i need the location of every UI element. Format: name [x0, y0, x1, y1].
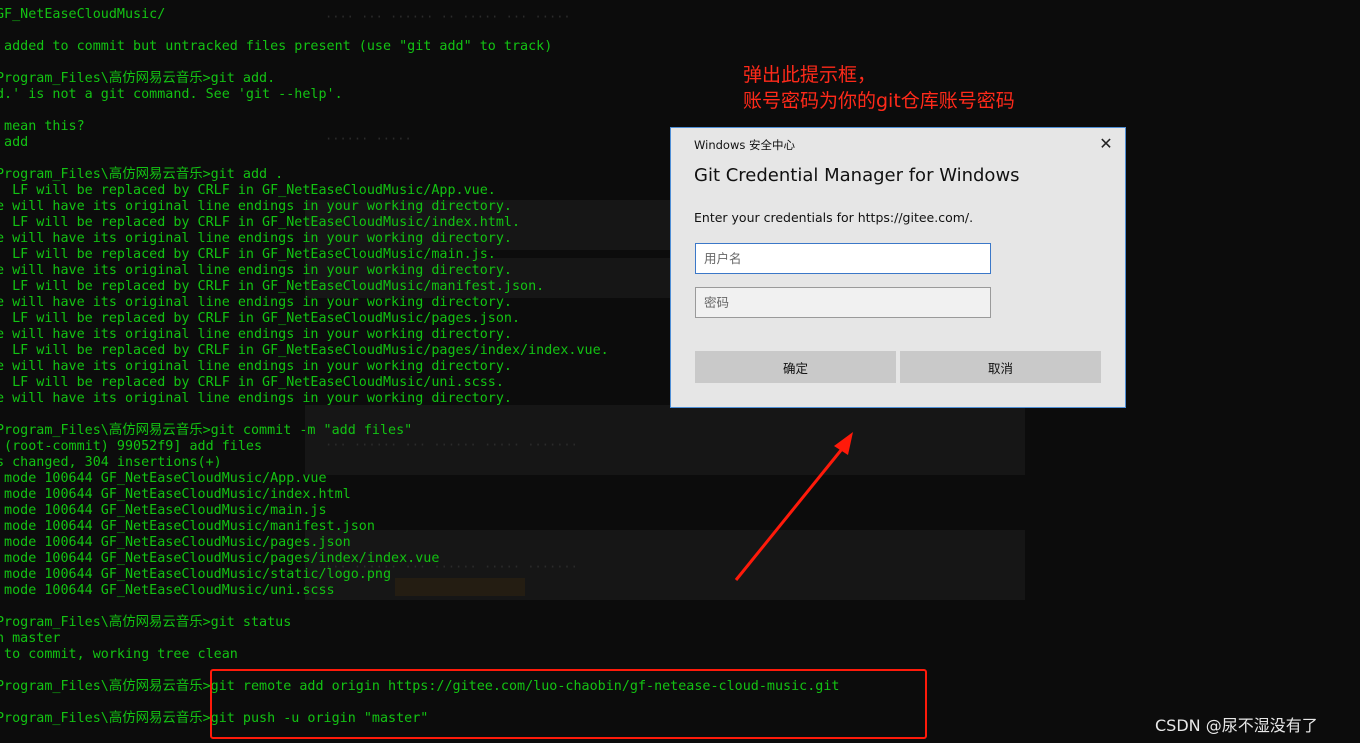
terminal-line: LF will be replaced by CRLF in GF_NetEas… [0, 247, 496, 262]
terminal-line: LF will be replaced by CRLF in GF_NetEas… [0, 343, 609, 358]
terminal-line: LF will be replaced by CRLF in GF_NetEas… [0, 279, 545, 294]
highlight-box [210, 669, 927, 739]
annotation-line-1: 弹出此提示框， [743, 64, 877, 86]
terminal-line: mode 100644 GF_NetEaseCloudMusic/pages/i… [0, 551, 440, 566]
annotation-text: 弹出此提示框， 账号密码为你的git仓库账号密码 [743, 62, 1015, 114]
password-input[interactable] [695, 287, 991, 318]
terminal-line: Program_Files\高仿网易云音乐>git status [0, 615, 292, 630]
terminal-line: Program_Files\高仿网易云音乐>git add . [0, 167, 284, 182]
terminal-line: d.' is not a git command. See 'git --hel… [0, 87, 343, 102]
terminal-line: h master [0, 631, 61, 646]
terminal-line: to commit, working tree clean [0, 647, 238, 662]
terminal-line: e will have its original line endings in… [0, 391, 512, 406]
terminal-line: e will have its original line endings in… [0, 263, 512, 278]
terminal-line: mode 100644 GF_NetEaseCloudMusic/pages.j… [0, 535, 351, 550]
terminal-line: LF will be replaced by CRLF in GF_NetEas… [0, 311, 521, 326]
credential-dialog: Windows 安全中心 ✕ Git Credential Manager fo… [670, 127, 1126, 408]
terminal-line: mode 100644 GF_NetEaseCloudMusic/uni.scs… [0, 583, 335, 598]
dialog-message: Enter your credentials for https://gitee… [694, 210, 974, 225]
close-icon[interactable]: ✕ [1095, 133, 1117, 155]
dialog-caption: Windows 安全中心 [694, 138, 795, 152]
csdn-watermark: CSDN @尿不湿没有了 [1155, 716, 1318, 735]
terminal-line: mode 100644 GF_NetEaseCloudMusic/main.js [0, 503, 327, 518]
terminal-line: LF will be replaced by CRLF in GF_NetEas… [0, 375, 504, 390]
terminal-line: mean this? [0, 119, 85, 134]
terminal-line: e will have its original line endings in… [0, 199, 512, 214]
terminal-line: s changed, 304 insertions(+) [0, 455, 222, 470]
dialog-title: Git Credential Manager for Windows [694, 165, 1020, 186]
terminal-line: LF will be replaced by CRLF in GF_NetEas… [0, 215, 521, 230]
ok-button[interactable]: 确定 [695, 351, 896, 383]
terminal-line: (root-commit) 99052f9] add files [0, 439, 263, 454]
terminal-line: Program_Files\高仿网易云音乐>git commit -m "add… [0, 423, 413, 438]
terminal-line: mode 100644 GF_NetEaseCloudMusic/static/… [0, 567, 392, 582]
username-input[interactable] [695, 243, 991, 274]
terminal-line: e will have its original line endings in… [0, 327, 512, 342]
annotation-line-2: 账号密码为你的git仓库账号密码 [743, 90, 1015, 112]
terminal-line: LF will be replaced by CRLF in GF_NetEas… [0, 183, 496, 198]
terminal-line: add [4, 135, 29, 150]
terminal-line: e will have its original line endings in… [0, 359, 512, 374]
terminal-line: Program_Files\高仿网易云音乐>git add. [0, 71, 276, 86]
terminal-line: mode 100644 GF_NetEaseCloudMusic/index.h… [0, 487, 351, 502]
terminal-line: e will have its original line endings in… [0, 231, 512, 246]
terminal-line: GF_NetEaseCloudMusic/ [0, 7, 166, 22]
cancel-button[interactable]: 取消 [900, 351, 1101, 383]
terminal-line: added to commit but untracked files pres… [0, 39, 553, 54]
terminal-line: mode 100644 GF_NetEaseCloudMusic/manifes… [0, 519, 375, 534]
terminal-line: mode 100644 GF_NetEaseCloudMusic/App.vue [0, 471, 327, 486]
terminal-line: e will have its original line endings in… [0, 295, 512, 310]
